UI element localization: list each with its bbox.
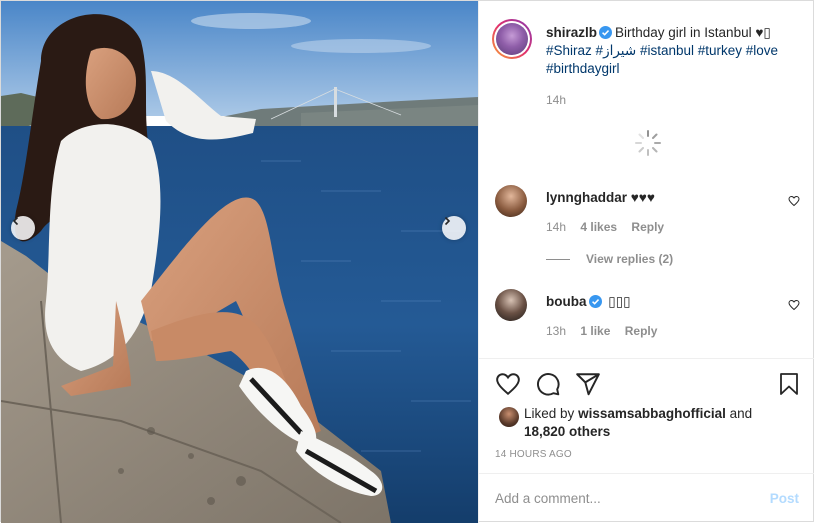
reply-button[interactable]: Reply — [631, 220, 664, 234]
next-photo-button[interactable] — [442, 216, 466, 240]
add-comment-input[interactable]: Add a comment... — [495, 491, 601, 506]
comment-body: bouba ▯▯▯ — [546, 294, 631, 310]
caption-username[interactable]: shirazlb — [546, 25, 597, 40]
comment-username[interactable]: bouba — [546, 294, 587, 309]
avatar[interactable] — [495, 289, 527, 321]
hashtag[interactable]: #turkey — [698, 43, 742, 58]
post-caption: shirazlb Birthday girl in Istanbul ♥▯ #Sh… — [546, 24, 806, 78]
comment-likes[interactable]: 1 like — [580, 324, 610, 338]
hashtag[interactable]: #love — [746, 43, 778, 58]
verified-badge-icon — [588, 295, 602, 308]
chevron-left-icon — [12, 216, 19, 226]
hashtag[interactable]: #شيراز — [596, 43, 637, 58]
view-replies-line — [546, 258, 570, 260]
post-comment-button[interactable]: Post — [770, 491, 799, 506]
comment-username[interactable]: lynnghaddar — [546, 190, 627, 205]
liked-by-user[interactable]: wissamsabbaghofficial — [578, 406, 726, 421]
author-avatar[interactable] — [492, 19, 532, 59]
photo-illustration — [1, 1, 478, 523]
comment-text: ▯▯▯ — [608, 294, 631, 309]
liked-by-text: Liked by wissamsabbaghofficial and 18,82… — [524, 405, 794, 441]
liked-by-and: and — [729, 406, 753, 421]
bookmark-icon[interactable] — [777, 371, 801, 397]
caption-text: Birthday girl in Istanbul ♥▯ — [615, 25, 771, 40]
comment-meta: 14h 4 likes Reply — [546, 220, 675, 234]
hashtag[interactable]: #birthdaygirl — [546, 61, 620, 76]
post-photo — [1, 1, 478, 523]
heart-icon[interactable] — [788, 195, 800, 207]
comment-time: 13h — [546, 324, 567, 338]
comment-meta: 13h 1 like Reply — [546, 324, 668, 338]
share-icon[interactable] — [575, 371, 601, 397]
heart-icon[interactable] — [495, 371, 521, 397]
hashtag[interactable]: #istanbul — [640, 43, 694, 58]
instagram-post: shirazlb Birthday girl in Istanbul ♥▯ #Sh… — [0, 0, 814, 523]
divider — [479, 358, 814, 359]
comment-icon[interactable] — [535, 371, 561, 397]
comment-text: ♥♥♥ — [630, 190, 655, 205]
previous-photo-button[interactable] — [11, 216, 35, 240]
reply-button[interactable]: Reply — [625, 324, 658, 338]
comment-time: 14h — [546, 220, 567, 234]
view-replies-label: View replies (2) — [586, 252, 674, 266]
comment-item: bouba ▯▯▯ 13h 1 like Reply — [495, 289, 800, 349]
view-replies-button[interactable]: View replies (2) — [546, 252, 673, 266]
post-side-panel: shirazlb Birthday girl in Istanbul ♥▯ #Sh… — [478, 1, 814, 523]
heart-icon[interactable] — [788, 299, 800, 311]
hashtag[interactable]: #Shiraz — [546, 43, 592, 58]
spinner-icon — [635, 130, 661, 156]
post-actions — [495, 371, 801, 397]
post-timestamp[interactable]: 14 HOURS AGO — [495, 449, 572, 460]
verified-badge-icon — [599, 26, 613, 39]
divider — [479, 473, 814, 474]
liked-by-prefix: Liked by — [524, 406, 575, 421]
avatar[interactable] — [495, 185, 527, 217]
comment-item: lynnghaddar ♥♥♥ 14h 4 likes Reply — [495, 185, 800, 245]
avatar[interactable] — [499, 407, 519, 427]
likes-count[interactable]: 18,820 others — [524, 424, 610, 439]
caption-time: 14h — [546, 93, 567, 107]
comment-likes[interactable]: 4 likes — [580, 220, 617, 234]
comment-body: lynnghaddar ♥♥♥ — [546, 190, 655, 205]
chevron-right-icon — [444, 216, 451, 226]
